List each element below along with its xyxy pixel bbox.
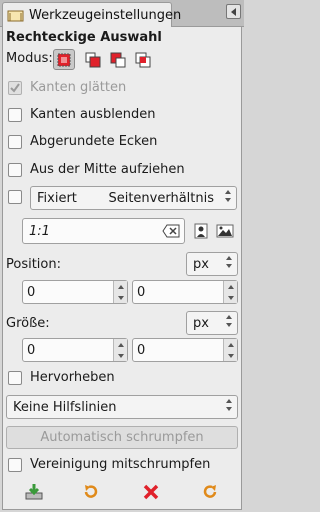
spin-buttons[interactable] — [113, 281, 127, 303]
fixed-mode-select[interactable]: Fixiert Seitenverhältnis — [30, 186, 237, 210]
checkmark-icon — [10, 82, 20, 93]
position-unit-select[interactable]: px — [186, 252, 238, 276]
delete-options-button[interactable] — [141, 482, 161, 502]
size-unit: px — [193, 315, 209, 331]
position-x-value: 0 — [27, 284, 36, 300]
save-icon — [25, 484, 43, 500]
fixed-checkbox[interactable] — [8, 190, 22, 204]
tool-options-icon — [7, 8, 24, 23]
select-arrows-icon — [225, 190, 231, 202]
save-options-button[interactable] — [24, 482, 44, 502]
mode-replace-button[interactable] — [53, 49, 75, 70]
from-center-row[interactable]: Aus der Mitte aufziehen — [8, 162, 185, 177]
antialias-label: Kanten glätten — [30, 80, 127, 95]
from-center-checkbox[interactable] — [8, 162, 22, 177]
restore-icon — [84, 485, 98, 498]
from-center-label: Aus der Mitte aufziehen — [30, 162, 185, 177]
restore-options-button[interactable] — [81, 482, 101, 502]
mode-replace-icon — [57, 53, 71, 66]
tab-tool-options[interactable]: Werkzeugeinstellungen — [2, 2, 181, 28]
tab-bar: Werkzeugeinstellungen — [0, 0, 244, 28]
mode-intersect-icon — [135, 52, 151, 67]
ratio-input[interactable]: 1:1 — [22, 218, 185, 244]
mode-subtract-button[interactable] — [107, 49, 129, 70]
size-label: Größe: — [6, 316, 50, 331]
select-arrows-icon — [226, 256, 232, 268]
tool-title: Rechteckige Auswahl — [6, 30, 162, 45]
guides-select[interactable]: Keine Hilfslinien — [6, 395, 238, 419]
select-arrows-icon — [226, 315, 232, 327]
highlight-label: Hervorheben — [30, 370, 115, 385]
mode-add-icon — [85, 52, 101, 67]
landscape-icon[interactable] — [216, 222, 234, 240]
select-arrows-icon — [226, 399, 232, 411]
menu-arrow-icon — [231, 7, 236, 16]
mode-label: Modus: — [6, 51, 53, 66]
spin-buttons[interactable] — [223, 281, 237, 303]
rounded-row[interactable]: Abgerundete Ecken — [8, 134, 157, 149]
tab-menu-button[interactable] — [226, 4, 241, 19]
position-y-input[interactable]: 0 — [132, 280, 238, 304]
auto-shrink-button[interactable]: Automatisch schrumpfen — [6, 426, 238, 449]
highlight-checkbox[interactable] — [8, 370, 22, 385]
position-x-input[interactable]: 0 — [22, 280, 128, 304]
size-width-input[interactable]: 0 — [22, 338, 128, 362]
position-y-value: 0 — [137, 284, 146, 300]
portrait-icon[interactable] — [192, 222, 210, 240]
reset-icon — [203, 485, 217, 498]
fixed-row[interactable] — [8, 190, 30, 204]
guides-value: Keine Hilfslinien — [13, 399, 117, 415]
size-height-value: 0 — [137, 342, 146, 358]
shrink-merged-row[interactable]: Vereinigung mitschrumpfen — [8, 457, 210, 472]
clear-icon[interactable] — [162, 224, 180, 242]
mode-subtract-icon — [110, 52, 126, 67]
mode-add-button[interactable] — [82, 49, 104, 70]
spin-buttons[interactable] — [113, 339, 127, 361]
rounded-label: Abgerundete Ecken — [30, 134, 158, 149]
delete-icon — [143, 484, 159, 500]
size-width-value: 0 — [27, 342, 36, 358]
size-unit-select[interactable]: px — [186, 311, 238, 335]
feather-row[interactable]: Kanten ausblenden — [8, 107, 156, 122]
mode-intersect-button[interactable] — [132, 49, 154, 70]
spin-buttons[interactable] — [223, 339, 237, 361]
position-unit: px — [193, 256, 209, 272]
fixed-label: Fixiert — [37, 190, 77, 206]
ratio-value: 1:1 — [29, 223, 50, 239]
shrink-merged-label: Vereinigung mitschrumpfen — [30, 457, 211, 472]
antialias-row[interactable]: Kanten glätten — [8, 80, 126, 95]
tab-title: Werkzeugeinstellungen — [29, 8, 182, 23]
shrink-merged-checkbox[interactable] — [8, 457, 22, 472]
feather-checkbox[interactable] — [8, 107, 22, 122]
highlight-row[interactable]: Hervorheben — [8, 370, 115, 385]
feather-label: Kanten ausblenden — [30, 107, 156, 122]
auto-shrink-label: Automatisch schrumpfen — [40, 430, 204, 445]
fixed-value: Seitenverhältnis — [108, 190, 214, 206]
reset-options-button[interactable] — [200, 482, 220, 502]
antialias-checkbox[interactable] — [8, 80, 22, 95]
position-label: Position: — [6, 257, 61, 272]
rounded-checkbox[interactable] — [8, 134, 22, 149]
size-height-input[interactable]: 0 — [132, 338, 238, 362]
